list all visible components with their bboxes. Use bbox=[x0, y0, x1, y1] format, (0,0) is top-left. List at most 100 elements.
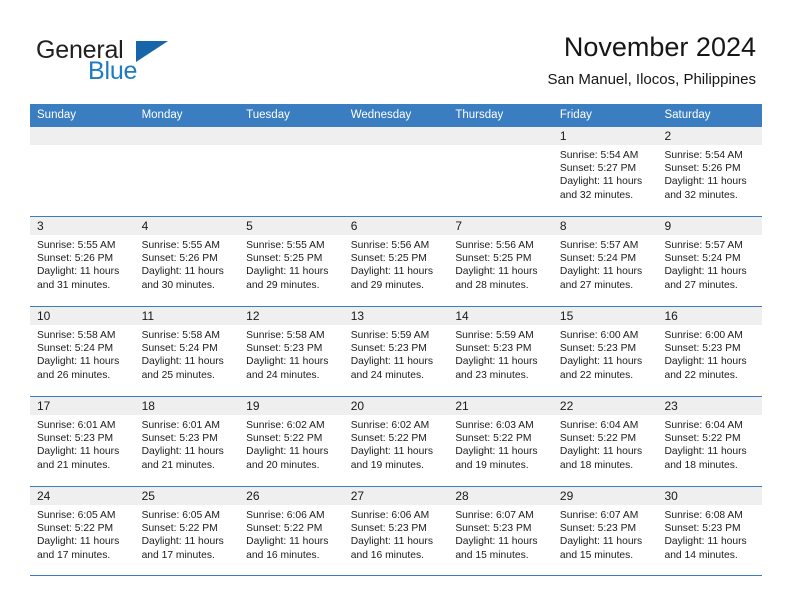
sunset-text: Sunset: 5:23 PM bbox=[350, 523, 427, 535]
weekday-header-tuesday: Tuesday bbox=[246, 109, 290, 121]
day-cell[interactable]: 9 Sunrise: 5:57 AM Sunset: 5:24 PM Dayli… bbox=[657, 217, 763, 306]
day-info: Sunrise: 5:59 AM Sunset: 5:23 PM Dayligh… bbox=[448, 325, 553, 382]
daylight-text-line1: Daylight: 11 hours bbox=[455, 536, 538, 548]
day-cell[interactable] bbox=[239, 127, 344, 216]
day-cell[interactable]: 13 Sunrise: 5:59 AM Sunset: 5:23 PM Dayl… bbox=[343, 307, 449, 396]
day-cell[interactable] bbox=[448, 127, 553, 216]
day-info: Sunrise: 5:58 AM Sunset: 5:23 PM Dayligh… bbox=[239, 325, 344, 382]
daylight-text-line2: and 22 minutes. bbox=[664, 369, 738, 381]
day-cell[interactable]: 14 Sunrise: 5:59 AM Sunset: 5:23 PM Dayl… bbox=[448, 307, 553, 396]
day-number: 13 bbox=[350, 309, 365, 323]
day-info: Sunrise: 6:08 AM Sunset: 5:23 PM Dayligh… bbox=[657, 505, 762, 562]
day-cell[interactable]: 20 Sunrise: 6:02 AM Sunset: 5:22 PM Dayl… bbox=[343, 397, 449, 486]
day-cell[interactable]: 24 Sunrise: 6:05 AM Sunset: 5:22 PM Dayl… bbox=[30, 487, 135, 575]
sunset-text: Sunset: 5:22 PM bbox=[141, 523, 218, 535]
brand-logo[interactable]: General Blue bbox=[36, 36, 266, 92]
day-number-band: 23 bbox=[657, 397, 763, 415]
sunset-text: Sunset: 5:23 PM bbox=[455, 343, 532, 355]
day-cell[interactable]: 26 Sunrise: 6:06 AM Sunset: 5:22 PM Dayl… bbox=[239, 487, 344, 575]
day-cell[interactable]: 21 Sunrise: 6:03 AM Sunset: 5:22 PM Dayl… bbox=[448, 397, 553, 486]
brand-name-blue: Blue bbox=[88, 57, 138, 85]
day-number-band bbox=[343, 127, 449, 145]
day-cell[interactable]: 18 Sunrise: 6:01 AM Sunset: 5:23 PM Dayl… bbox=[134, 397, 240, 486]
day-cell[interactable]: 8 Sunrise: 5:57 AM Sunset: 5:24 PM Dayli… bbox=[552, 217, 658, 306]
daylight-text-line2: and 14 minutes. bbox=[664, 549, 738, 561]
daylight-text-line1: Daylight: 11 hours bbox=[664, 266, 747, 278]
daylight-text-line2: and 27 minutes. bbox=[664, 279, 738, 291]
day-number-band: 21 bbox=[448, 397, 553, 415]
sunset-text: Sunset: 5:22 PM bbox=[246, 433, 323, 445]
day-cell[interactable]: 12 Sunrise: 5:58 AM Sunset: 5:23 PM Dayl… bbox=[239, 307, 344, 396]
day-number: 8 bbox=[559, 219, 567, 233]
day-cell[interactable]: 2 Sunrise: 5:54 AM Sunset: 5:26 PM Dayli… bbox=[657, 127, 763, 216]
day-number-band: 20 bbox=[343, 397, 449, 415]
day-cell[interactable] bbox=[30, 127, 135, 216]
day-cell[interactable]: 16 Sunrise: 6:00 AM Sunset: 5:23 PM Dayl… bbox=[657, 307, 763, 396]
day-cell[interactable]: 4 Sunrise: 5:55 AM Sunset: 5:26 PM Dayli… bbox=[134, 217, 240, 306]
day-number: 15 bbox=[559, 309, 574, 323]
daylight-text-line1: Daylight: 11 hours bbox=[246, 266, 329, 278]
day-number-band: 1 bbox=[552, 127, 658, 145]
day-info: Sunrise: 5:58 AM Sunset: 5:24 PM Dayligh… bbox=[135, 325, 240, 382]
day-cell[interactable]: 3 Sunrise: 5:55 AM Sunset: 5:26 PM Dayli… bbox=[30, 217, 135, 306]
day-number-band: 5 bbox=[239, 217, 344, 235]
sunset-text: Sunset: 5:22 PM bbox=[664, 433, 741, 445]
daylight-text-line2: and 16 minutes. bbox=[350, 549, 425, 561]
day-cell[interactable]: 1 Sunrise: 5:54 AM Sunset: 5:27 PM Dayli… bbox=[552, 127, 658, 216]
daylight-text-line2: and 16 minutes. bbox=[246, 549, 320, 561]
sunrise-text: Sunrise: 5:54 AM bbox=[559, 150, 639, 161]
day-number-band: 13 bbox=[343, 307, 449, 325]
daylight-text-line2: and 29 minutes. bbox=[350, 279, 425, 291]
sunrise-text: Sunrise: 5:56 AM bbox=[455, 240, 534, 251]
daylight-text-line1: Daylight: 11 hours bbox=[141, 266, 224, 278]
week-row: 10 Sunrise: 5:58 AM Sunset: 5:24 PM Dayl… bbox=[30, 306, 763, 396]
page-title: November 2024 bbox=[563, 32, 756, 62]
day-number: 6 bbox=[350, 219, 358, 233]
day-cell[interactable]: 30 Sunrise: 6:08 AM Sunset: 5:23 PM Dayl… bbox=[657, 487, 763, 575]
day-cell[interactable]: 22 Sunrise: 6:04 AM Sunset: 5:22 PM Dayl… bbox=[552, 397, 658, 486]
day-info: Sunrise: 6:00 AM Sunset: 5:23 PM Dayligh… bbox=[553, 325, 658, 382]
day-cell[interactable]: 25 Sunrise: 6:05 AM Sunset: 5:22 PM Dayl… bbox=[134, 487, 240, 575]
daylight-text-line1: Daylight: 11 hours bbox=[37, 266, 120, 278]
sunset-text: Sunset: 5:22 PM bbox=[350, 433, 427, 445]
sunrise-text: Sunrise: 5:55 AM bbox=[246, 240, 325, 251]
day-info: Sunrise: 6:06 AM Sunset: 5:23 PM Dayligh… bbox=[344, 505, 449, 562]
sunset-text: Sunset: 5:26 PM bbox=[664, 163, 741, 175]
day-info: Sunrise: 6:01 AM Sunset: 5:23 PM Dayligh… bbox=[30, 415, 135, 472]
day-number-band: 27 bbox=[343, 487, 449, 505]
week-row: 24 Sunrise: 6:05 AM Sunset: 5:22 PM Dayl… bbox=[30, 486, 763, 576]
day-cell[interactable]: 23 Sunrise: 6:04 AM Sunset: 5:22 PM Dayl… bbox=[657, 397, 763, 486]
day-info: Sunrise: 6:02 AM Sunset: 5:22 PM Dayligh… bbox=[239, 415, 344, 472]
day-cell[interactable]: 19 Sunrise: 6:02 AM Sunset: 5:22 PM Dayl… bbox=[239, 397, 344, 486]
day-number: 25 bbox=[141, 489, 155, 503]
calendar-grid: Sunday Monday Tuesday Wednesday Thursday… bbox=[30, 104, 763, 576]
weekday-header-row: Sunday Monday Tuesday Wednesday Thursday… bbox=[30, 104, 762, 126]
sunset-text: Sunset: 5:25 PM bbox=[350, 253, 427, 265]
day-cell[interactable]: 29 Sunrise: 6:07 AM Sunset: 5:23 PM Dayl… bbox=[552, 487, 658, 575]
daylight-text-line1: Daylight: 11 hours bbox=[37, 446, 120, 458]
day-info: Sunrise: 5:56 AM Sunset: 5:25 PM Dayligh… bbox=[344, 235, 449, 292]
day-info bbox=[344, 145, 449, 149]
day-number: 9 bbox=[664, 219, 672, 233]
day-cell[interactable]: 27 Sunrise: 6:06 AM Sunset: 5:23 PM Dayl… bbox=[343, 487, 449, 575]
day-cell[interactable] bbox=[134, 127, 240, 216]
day-cell[interactable] bbox=[343, 127, 449, 216]
sunset-text: Sunset: 5:23 PM bbox=[350, 343, 427, 355]
day-number: 3 bbox=[37, 219, 44, 233]
day-cell[interactable]: 10 Sunrise: 5:58 AM Sunset: 5:24 PM Dayl… bbox=[30, 307, 135, 396]
day-cell[interactable]: 11 Sunrise: 5:58 AM Sunset: 5:24 PM Dayl… bbox=[134, 307, 240, 396]
weekday-header-saturday: Saturday bbox=[664, 109, 711, 121]
day-cell[interactable]: 17 Sunrise: 6:01 AM Sunset: 5:23 PM Dayl… bbox=[30, 397, 135, 486]
daylight-text-line2: and 18 minutes. bbox=[664, 459, 738, 471]
day-info bbox=[448, 145, 553, 149]
day-cell[interactable]: 5 Sunrise: 5:55 AM Sunset: 5:25 PM Dayli… bbox=[239, 217, 344, 306]
day-cell[interactable]: 15 Sunrise: 6:00 AM Sunset: 5:23 PM Dayl… bbox=[552, 307, 658, 396]
day-info bbox=[239, 145, 344, 149]
day-cell[interactable]: 7 Sunrise: 5:56 AM Sunset: 5:25 PM Dayli… bbox=[448, 217, 553, 306]
weekday-header-friday: Friday bbox=[559, 109, 592, 121]
day-info: Sunrise: 6:04 AM Sunset: 5:22 PM Dayligh… bbox=[657, 415, 762, 472]
sunrise-text: Sunrise: 5:55 AM bbox=[37, 240, 116, 251]
sunrise-text: Sunrise: 5:58 AM bbox=[37, 330, 116, 341]
day-cell[interactable]: 28 Sunrise: 6:07 AM Sunset: 5:23 PM Dayl… bbox=[448, 487, 553, 575]
day-cell[interactable]: 6 Sunrise: 5:56 AM Sunset: 5:25 PM Dayli… bbox=[343, 217, 449, 306]
